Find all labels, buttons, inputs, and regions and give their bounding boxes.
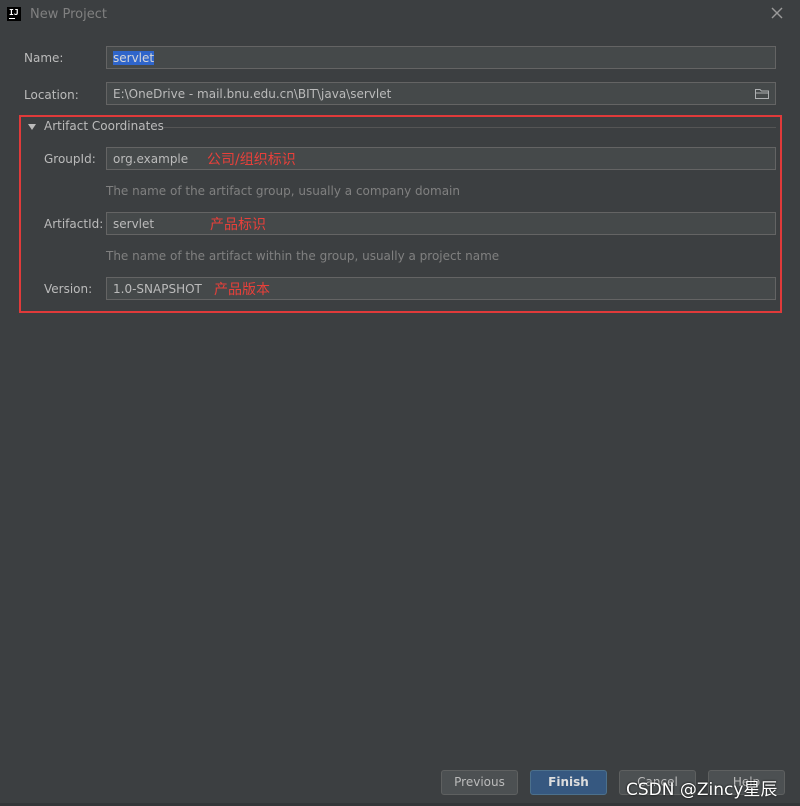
annotation-highlight-box <box>19 115 782 313</box>
window-title: New Project <box>30 7 107 22</box>
location-input[interactable]: E:\OneDrive - mail.bnu.edu.cn\BIT\java\s… <box>106 82 776 105</box>
watermark: CSDN @Zincy星辰 <box>626 780 778 800</box>
folder-browse-icon[interactable] <box>755 88 769 99</box>
intellij-logo-icon: IJ <box>7 7 21 21</box>
name-input[interactable]: servlet <box>106 46 776 69</box>
name-label: Name: <box>24 51 64 65</box>
previous-button[interactable]: Previous <box>441 770 518 795</box>
finish-button[interactable]: Finish <box>530 770 607 795</box>
name-value: servlet <box>113 51 155 65</box>
location-label: Location: <box>24 88 79 102</box>
close-icon[interactable] <box>770 6 784 20</box>
title-bar: IJ New Project <box>0 0 800 30</box>
location-value: E:\OneDrive - mail.bnu.edu.cn\BIT\java\s… <box>113 87 392 101</box>
